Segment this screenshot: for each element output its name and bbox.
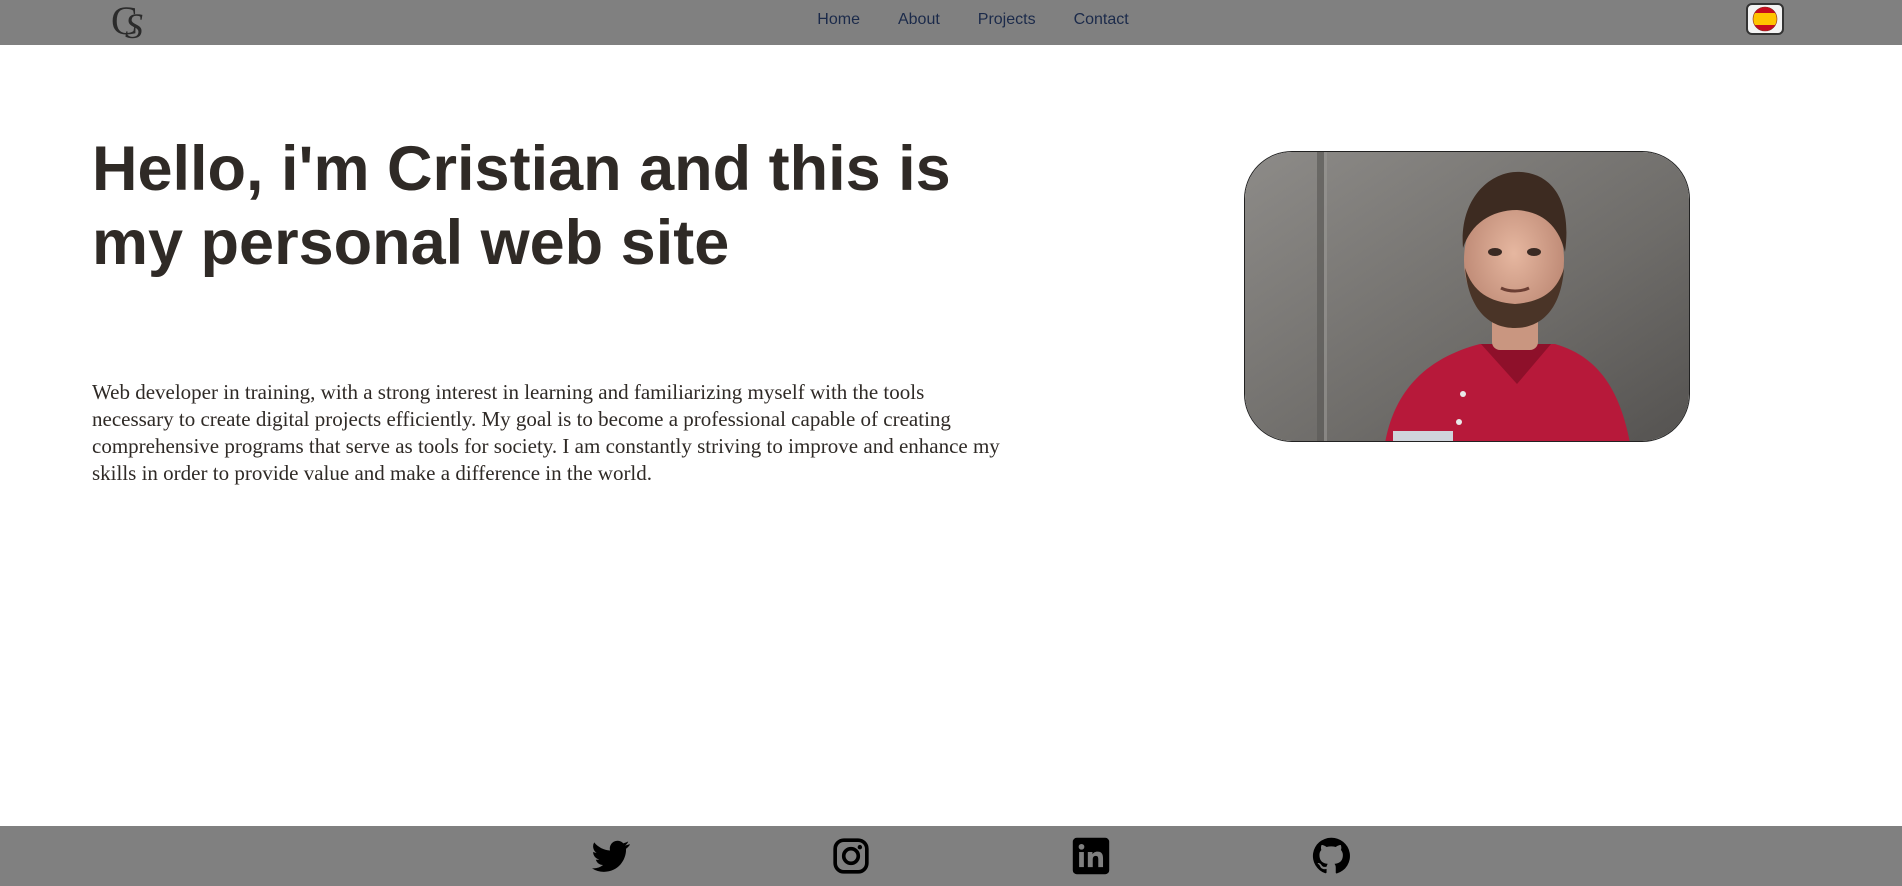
twitter-link[interactable] — [591, 836, 631, 876]
twitter-icon — [592, 840, 630, 872]
language-toggle-button[interactable] — [1746, 3, 1784, 35]
hero-title: Hello, i'm Cristian and this is my perso… — [92, 134, 951, 278]
spain-flag-icon — [1752, 6, 1778, 32]
bio-paragraph: Web developer in training, with a strong… — [92, 380, 1000, 485]
linkedin-link[interactable] — [1071, 836, 1111, 876]
nav-home-link[interactable]: Home — [817, 11, 860, 29]
profile-photo — [1244, 151, 1690, 442]
nav-contact-link[interactable]: Contact — [1074, 11, 1129, 29]
top-navbar: C S Home About Projects Contact — [0, 0, 1902, 45]
github-icon — [1312, 837, 1350, 874]
github-link[interactable] — [1311, 836, 1351, 876]
nav-projects-link[interactable]: Projects — [978, 11, 1036, 29]
linkedin-icon — [1072, 837, 1110, 875]
nav-about-link[interactable]: About — [898, 11, 940, 29]
main-nav: Home About Projects Contact — [0, 0, 1902, 40]
instagram-link[interactable] — [831, 836, 871, 876]
instagram-icon — [833, 838, 869, 874]
footer-bar — [0, 826, 1902, 886]
